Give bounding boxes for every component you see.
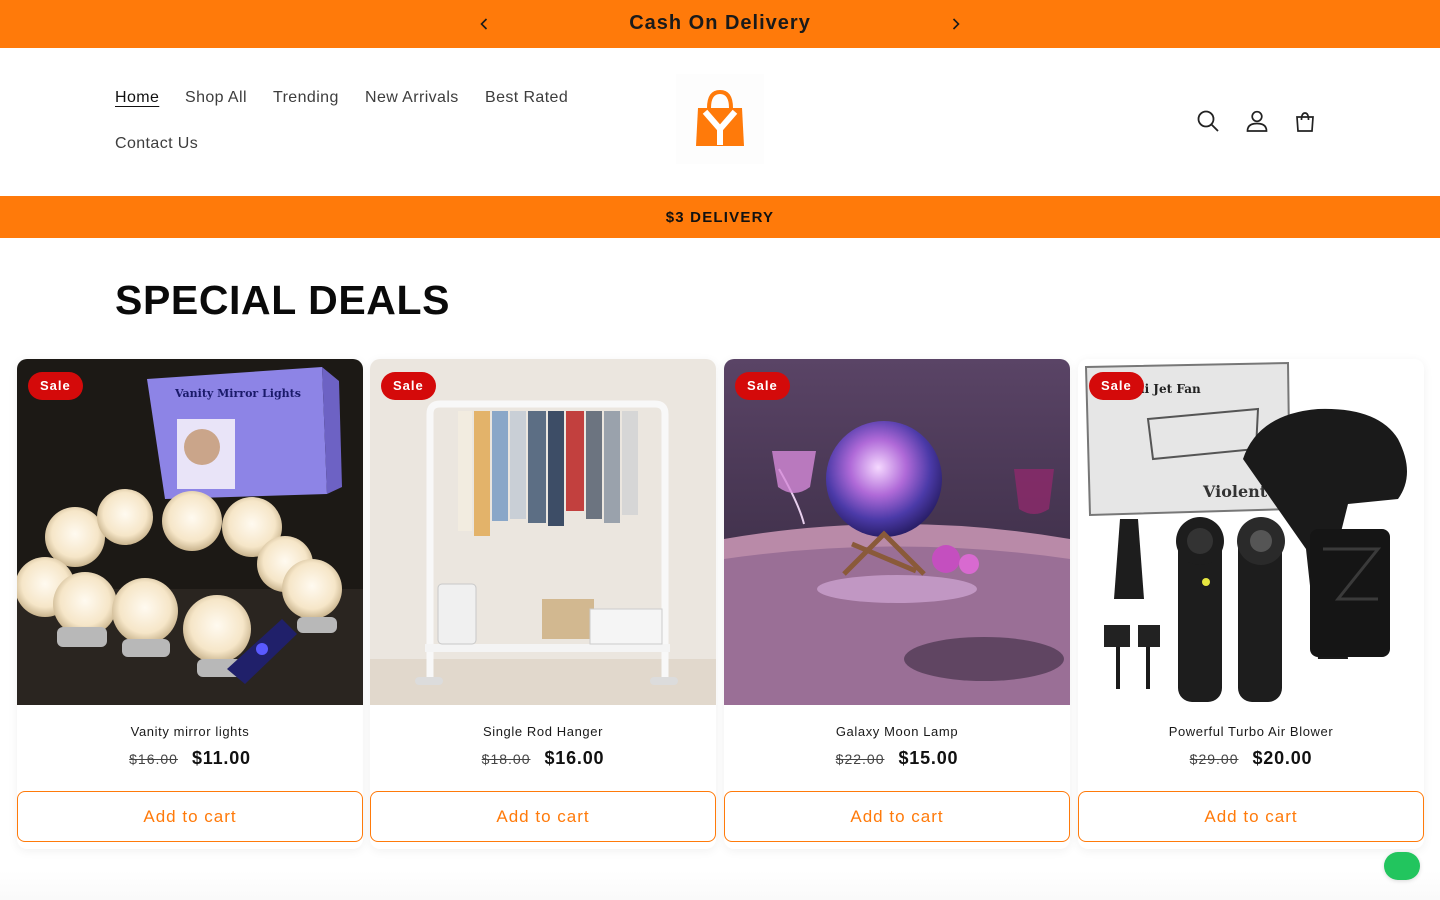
search-icon[interactable] xyxy=(1195,108,1221,134)
product-image[interactable]: Vanity Mirror Lights Sale xyxy=(17,359,363,705)
sale-price: $16.00 xyxy=(544,748,605,768)
product-title[interactable]: Galaxy Moon Lamp xyxy=(724,724,1070,739)
cart-icon[interactable] xyxy=(1292,108,1318,134)
price-row: $18.00 $16.00 xyxy=(370,748,716,769)
nav-trending[interactable]: Trending xyxy=(273,89,339,107)
product-title[interactable]: Vanity mirror lights xyxy=(17,724,363,739)
nav-contact-us[interactable]: Contact Us xyxy=(115,135,198,153)
product-image[interactable]: Sale xyxy=(370,359,716,705)
add-to-cart-button[interactable]: Add to cart xyxy=(17,791,363,842)
chat-widget-icon[interactable] xyxy=(1384,852,1420,880)
sale-price: $20.00 xyxy=(1252,748,1313,768)
product-card[interactable]: Sale Single Rod Hanger $18.00 $16.00 Add … xyxy=(370,359,716,849)
add-to-cart-button[interactable]: Add to cart xyxy=(370,791,716,842)
product-title[interactable]: Powerful Turbo Air Blower xyxy=(1078,724,1424,739)
svg-text:Vanity Mirror Lights: Vanity Mirror Lights xyxy=(174,387,301,400)
original-price: $18.00 xyxy=(481,750,531,767)
store-logo[interactable] xyxy=(676,74,764,164)
next-row-preview xyxy=(0,870,1440,900)
product-card[interactable]: Vanity Mirror Lights Sale Vanity mirror … xyxy=(17,359,363,849)
announcement-bar: Cash On Delivery xyxy=(0,0,1440,48)
delivery-text: $3 DELIVERY xyxy=(665,209,775,226)
add-to-cart-button[interactable]: Add to cart xyxy=(724,791,1070,842)
product-card[interactable]: Mini Jet Fan Violent fan! Sale Powerful … xyxy=(1078,359,1424,849)
product-card[interactable]: Sale Galaxy Moon Lamp $22.00 $15.00 Add t… xyxy=(724,359,1070,849)
nav-new-arrivals[interactable]: New Arrivals xyxy=(365,89,459,107)
sale-badge: Sale xyxy=(1089,372,1144,400)
price-row: $29.00 $20.00 xyxy=(1078,748,1424,769)
price-row: $22.00 $15.00 xyxy=(724,748,1070,769)
sale-badge: Sale xyxy=(381,372,436,400)
sale-price: $15.00 xyxy=(898,748,959,768)
sale-price: $11.00 xyxy=(191,748,251,768)
price-row: $16.00 $11.00 xyxy=(17,748,363,769)
add-to-cart-button[interactable]: Add to cart xyxy=(1078,791,1424,842)
sale-badge: Sale xyxy=(735,372,790,400)
sale-badge: Sale xyxy=(28,372,83,400)
original-price: $29.00 xyxy=(1189,750,1239,767)
site-header: Home Shop All Trending New Arrivals Best… xyxy=(0,48,1440,196)
nav-shop-all[interactable]: Shop All xyxy=(185,89,247,107)
nav-home[interactable]: Home xyxy=(115,89,159,107)
account-icon[interactable] xyxy=(1244,108,1270,134)
chevron-right-icon[interactable] xyxy=(946,14,966,34)
product-image[interactable]: Sale xyxy=(724,359,1070,705)
delivery-banner: $3 DELIVERY xyxy=(0,196,1440,238)
announcement-text: Cash On Delivery xyxy=(629,12,811,34)
product-image[interactable]: Mini Jet Fan Violent fan! Sale xyxy=(1078,359,1424,705)
nav-best-rated[interactable]: Best Rated xyxy=(485,89,568,107)
section-title: SPECIAL DEALS xyxy=(115,277,451,323)
original-price: $16.00 xyxy=(129,750,178,767)
original-price: $22.00 xyxy=(835,750,885,767)
product-title[interactable]: Single Rod Hanger xyxy=(370,724,716,739)
